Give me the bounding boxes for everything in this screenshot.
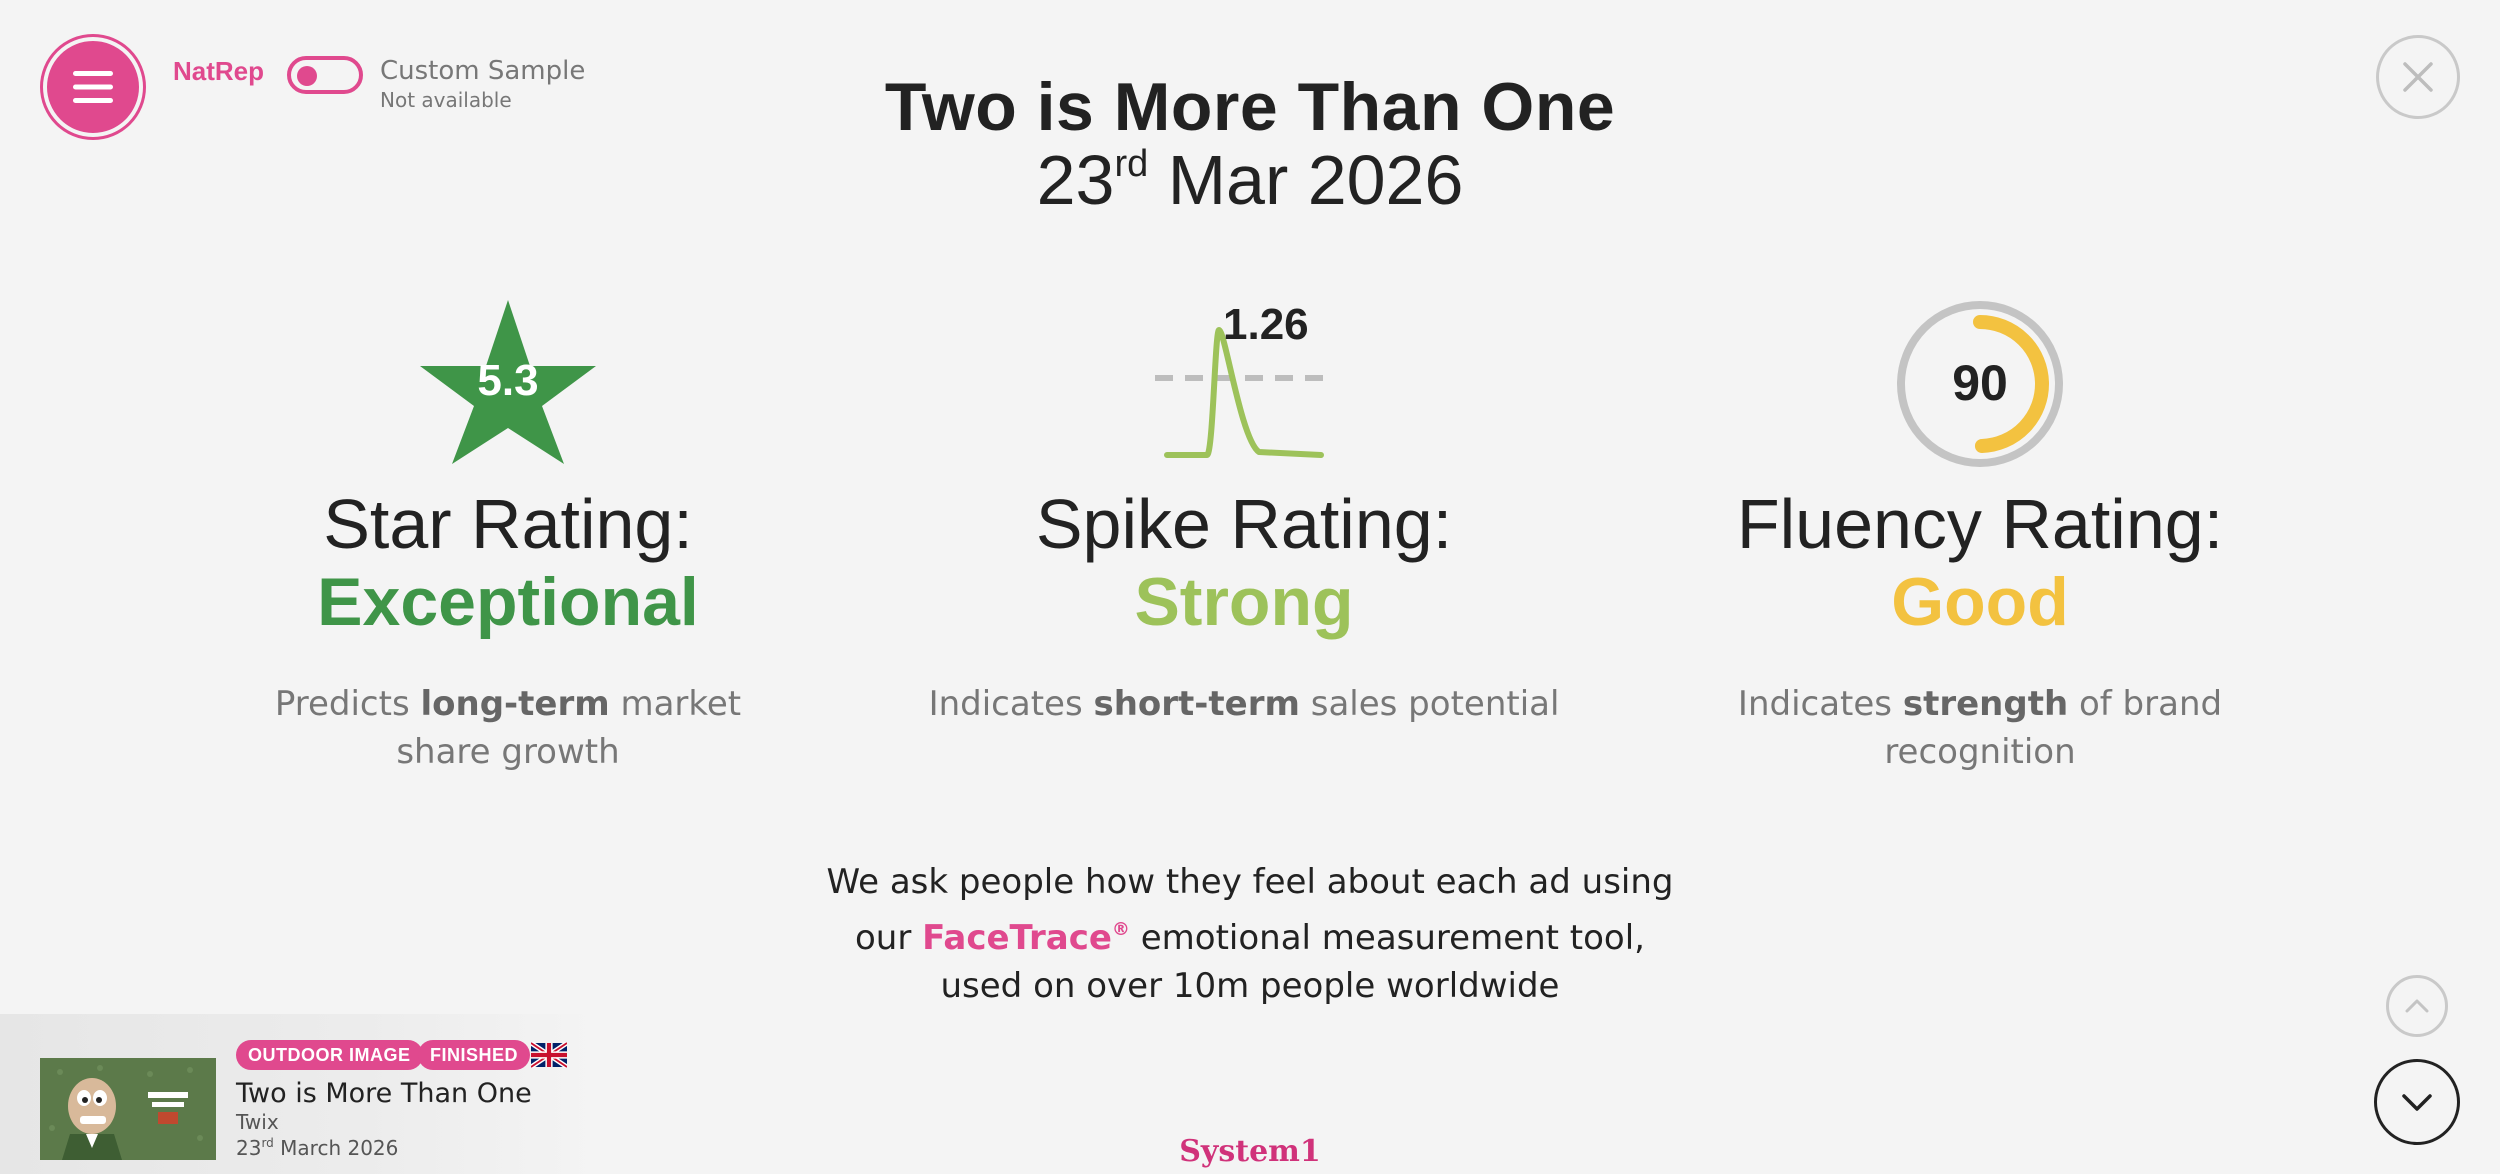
fluency-desc-pre: Indicates bbox=[1737, 684, 1903, 724]
facetrace-blurb: We ask people how they feel about each a… bbox=[0, 858, 2500, 1010]
chevron-up-icon bbox=[2405, 999, 2429, 1013]
facetrace-line-1: We ask people how they feel about each a… bbox=[826, 862, 1674, 902]
scroll-up-button[interactable] bbox=[2386, 975, 2448, 1037]
facetrace-line-3: used on over 10m people worldwide bbox=[940, 966, 1560, 1006]
fluency-rating-description: Indicates strength of brand recognition bbox=[1660, 680, 2300, 776]
star-rating-description: Predicts long-term market share growth bbox=[188, 680, 828, 776]
date-day: 23 bbox=[1036, 141, 1115, 219]
star-rating-title: Star Rating: bbox=[323, 485, 693, 563]
fluency-rating-title: Fluency Rating: bbox=[1736, 485, 2224, 563]
scroll-down-button[interactable] bbox=[2374, 1059, 2460, 1145]
date-suffix: rd bbox=[1114, 143, 1149, 185]
ad-title: Two is More Than One bbox=[236, 1078, 532, 1109]
star-desc-pre: Predicts bbox=[274, 684, 421, 724]
star-rating-value: Exceptional bbox=[317, 564, 699, 640]
facetrace-reg: ® bbox=[1111, 919, 1130, 940]
spike-rating-card: 1.26 Spike Rating: Strong Indicates shor… bbox=[924, 290, 1564, 728]
ad-type-badge: OUTDOOR IMAGE bbox=[236, 1040, 423, 1070]
system1-logo: System1 bbox=[1179, 1134, 1321, 1169]
fluency-rating-value: Good bbox=[1891, 564, 2069, 640]
star-score: 5.3 bbox=[477, 356, 539, 405]
spike-rating-description: Indicates short-term sales potential bbox=[924, 680, 1564, 728]
facetrace-line-2-pre: our bbox=[855, 918, 923, 958]
facetrace-line-2-post: emotional measurement tool, bbox=[1129, 918, 1645, 958]
spike-rating-value: Strong bbox=[1134, 564, 1354, 640]
spike-score: 1.26 bbox=[1223, 300, 1309, 349]
ad-brand: Twix bbox=[236, 1110, 279, 1134]
star-icon: 5.3 bbox=[418, 290, 598, 470]
star-rating-card: 5.3 Star Rating: Exceptional Predicts lo… bbox=[188, 290, 828, 776]
chevron-down-icon bbox=[2402, 1094, 2432, 1111]
date-rest: Mar 2026 bbox=[1148, 141, 1464, 219]
spike-chart-icon: 1.26 bbox=[1149, 290, 1339, 470]
spike-desc-post: sales potential bbox=[1299, 684, 1560, 724]
spike-desc-bold: short-term bbox=[1093, 684, 1300, 724]
star-desc-bold: long-term bbox=[420, 684, 610, 724]
uk-flag-icon bbox=[531, 1042, 567, 1068]
fluency-rating-card: 90 Fluency Rating: Good Indicates streng… bbox=[1660, 290, 2300, 776]
report-date: 23rd Mar 2026 bbox=[0, 140, 2500, 220]
facetrace-brand: FaceTrace bbox=[922, 918, 1112, 958]
fluency-desc-bold: strength bbox=[1902, 684, 2069, 724]
spike-desc-pre: Indicates bbox=[928, 684, 1094, 724]
ad-status-badge: FINISHED bbox=[418, 1040, 531, 1070]
page-title: Two is More Than One bbox=[884, 69, 1616, 145]
spike-rating-title: Spike Rating: bbox=[1035, 485, 1453, 563]
facetrace-line-2: our FaceTrace® emotional measurement too… bbox=[0, 906, 2500, 962]
fluency-score: 90 bbox=[1952, 355, 2008, 411]
gauge-ring-icon: 90 bbox=[1890, 290, 2070, 470]
facetrace-link[interactable]: FaceTrace® bbox=[922, 918, 1130, 958]
